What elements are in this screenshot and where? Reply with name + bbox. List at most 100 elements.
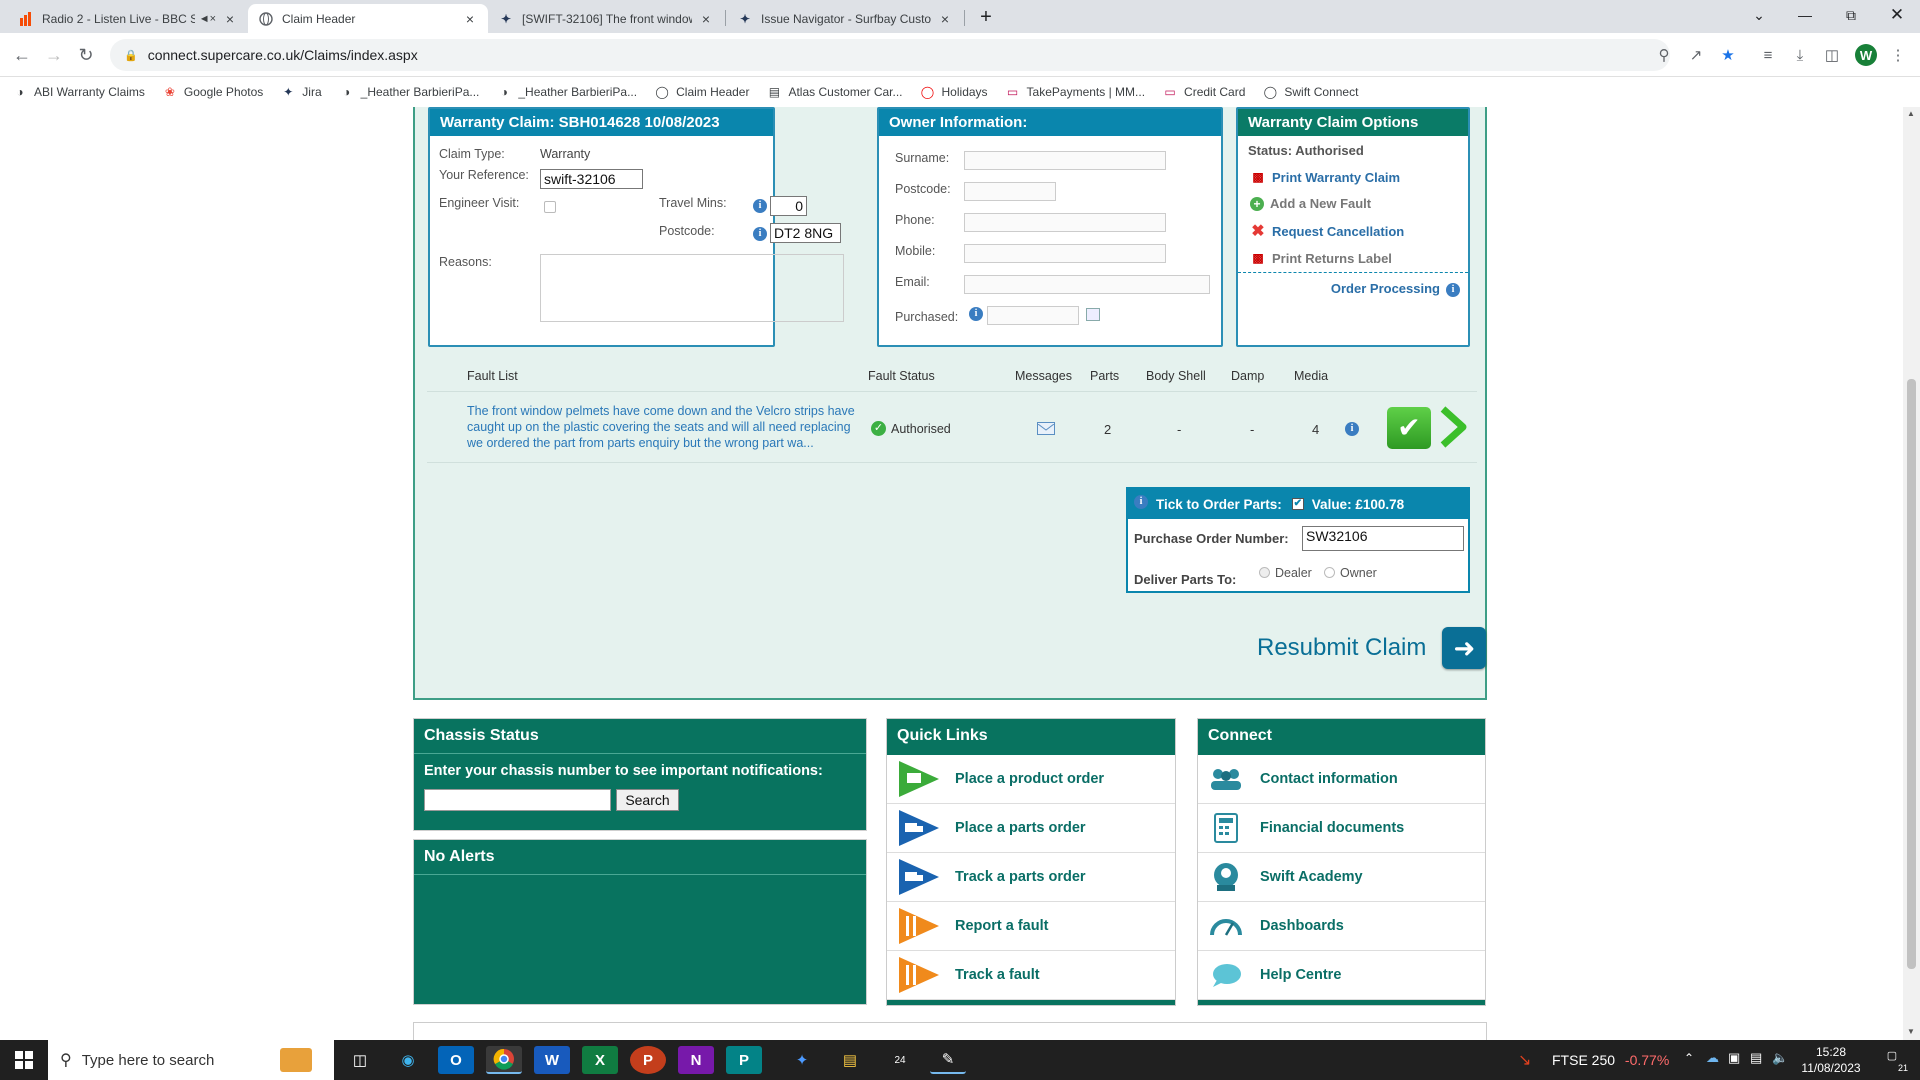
info-icon[interactable]: i: [753, 199, 767, 213]
bookmark-item[interactable]: ◯ Holidays: [920, 84, 988, 100]
info-icon[interactable]: i: [969, 307, 983, 321]
quick-link-track-parts-order[interactable]: Track a parts order: [887, 853, 1175, 902]
info-icon[interactable]: i: [1345, 422, 1359, 436]
postcode-input[interactable]: DT2 8NG: [770, 223, 841, 243]
bookmark-star-icon[interactable]: ★: [1718, 45, 1738, 65]
dealer-radio[interactable]: [1259, 567, 1270, 578]
scroll-down-icon[interactable]: ▼: [1907, 1027, 1915, 1036]
scrollbar-thumb[interactable]: [1907, 379, 1916, 969]
zoom-icon[interactable]: ⚲: [1654, 45, 1674, 65]
close-tab-icon[interactable]: ×: [698, 11, 714, 27]
bookmark-item[interactable]: ◯ Swift Connect: [1262, 84, 1359, 100]
info-icon[interactable]: i: [1446, 283, 1460, 297]
app-icon[interactable]: ✎: [930, 1046, 966, 1074]
excel-icon[interactable]: X: [582, 1046, 618, 1074]
connect-contact-information[interactable]: Contact information: [1198, 755, 1485, 804]
next-chevron-icon[interactable]: [1435, 405, 1469, 449]
publisher-icon[interactable]: P: [726, 1046, 762, 1074]
side-panel-icon[interactable]: ◫: [1822, 45, 1842, 65]
travel-mins-input[interactable]: 0: [770, 196, 807, 216]
tab-search-icon[interactable]: ⌄: [1736, 0, 1782, 30]
reload-icon[interactable]: ↻: [74, 43, 98, 67]
bookmark-item[interactable]: ◑ ABI Warranty Claims: [12, 84, 145, 100]
engineer-visit-checkbox[interactable]: [544, 201, 556, 213]
speaker-mute-icon[interactable]: ◄×: [199, 13, 216, 25]
connect-help-centre[interactable]: Help Centre: [1198, 951, 1485, 1000]
word-icon[interactable]: W: [534, 1046, 570, 1074]
profile-avatar[interactable]: W: [1855, 44, 1877, 66]
quick-link-place-parts-order[interactable]: Place a parts order: [887, 804, 1175, 853]
notifications-icon[interactable]: ▢ 21: [1880, 1049, 1908, 1073]
purchased-date-input[interactable]: [987, 306, 1079, 325]
fault-description-link[interactable]: The front window pelmets have come down …: [467, 403, 859, 451]
chrome-icon[interactable]: [486, 1046, 522, 1074]
forward-icon[interactable]: →: [42, 43, 66, 67]
phone-input[interactable]: [964, 213, 1166, 232]
mobile-input[interactable]: [964, 244, 1166, 263]
info-icon[interactable]: i: [753, 227, 767, 241]
scroll-up-icon[interactable]: ▲: [1907, 109, 1915, 118]
minimize-icon[interactable]: —: [1782, 0, 1828, 30]
url-omnibox[interactable]: 🔒 connect.supercare.co.uk/Claims/index.a…: [110, 39, 1670, 71]
envelope-icon[interactable]: [1037, 422, 1055, 435]
reading-list-icon[interactable]: ≡: [1758, 45, 1778, 65]
owner-radio[interactable]: [1324, 567, 1335, 578]
menu-kebab-icon[interactable]: ⋮: [1888, 45, 1908, 65]
new-tab-button[interactable]: +: [970, 2, 1002, 32]
info-icon[interactable]: i: [1134, 495, 1148, 509]
onenote-icon[interactable]: N: [678, 1046, 714, 1074]
calendar-icon[interactable]: [1086, 308, 1100, 321]
approve-check-button[interactable]: ✔: [1387, 407, 1431, 449]
bookmark-item[interactable]: ▤ Atlas Customer Car...: [766, 84, 903, 100]
taskbar-search-box[interactable]: ⚲ Type here to search: [48, 1040, 334, 1080]
quick-link-track-fault[interactable]: Track a fault: [887, 951, 1175, 1000]
add-new-fault-link[interactable]: + Add a New Fault: [1250, 196, 1371, 211]
clock[interactable]: 15:28 11/08/2023: [1796, 1044, 1866, 1076]
jira-icon[interactable]: ✦: [784, 1046, 820, 1074]
reference-input[interactable]: [540, 169, 643, 189]
print-returns-label-link[interactable]: ▩ Print Returns Label: [1250, 250, 1392, 266]
order-parts-checkbox[interactable]: ✔: [1291, 498, 1304, 510]
tab-issue-navigator[interactable]: ✦ Issue Navigator - Surfbay Customer ×: [727, 4, 963, 33]
close-tab-icon[interactable]: ×: [462, 11, 478, 27]
powerpoint-icon[interactable]: P: [630, 1046, 666, 1074]
quick-link-report-fault[interactable]: Report a fault: [887, 902, 1175, 951]
bookmark-item[interactable]: ◑ _Heather BarbieriPa...: [339, 84, 479, 100]
close-window-icon[interactable]: ✕: [1874, 0, 1920, 30]
file-explorer-icon[interactable]: ▤: [832, 1046, 868, 1074]
resubmit-claim-button[interactable]: Resubmit Claim ➜: [1257, 627, 1487, 669]
bookmark-item[interactable]: ▭ Credit Card: [1162, 84, 1245, 100]
tray-chevron-icon[interactable]: ⌃: [1684, 1051, 1694, 1065]
edge-icon[interactable]: ◉: [390, 1046, 426, 1074]
po-number-input[interactable]: SW32106: [1302, 526, 1464, 551]
bookmark-item[interactable]: ▭ TakePayments | MM...: [1005, 84, 1145, 100]
surname-input[interactable]: [964, 151, 1166, 170]
downloads-icon[interactable]: ⤓: [1790, 45, 1810, 65]
page-scrollbar[interactable]: ▲ ▼: [1903, 107, 1920, 1040]
connect-financial-documents[interactable]: Financial documents: [1198, 804, 1485, 853]
tray-app-icon[interactable]: ▣: [1728, 1050, 1740, 1066]
volume-icon[interactable]: 🔈: [1772, 1050, 1788, 1066]
email-input[interactable]: [964, 275, 1210, 294]
restore-icon[interactable]: ⧉: [1828, 0, 1874, 30]
bookmark-item[interactable]: ❀ Google Photos: [162, 84, 263, 100]
share-icon[interactable]: ↗: [1686, 45, 1706, 65]
connect-dashboards[interactable]: Dashboards: [1198, 902, 1485, 951]
outlook-icon[interactable]: O: [438, 1046, 474, 1074]
reasons-textarea[interactable]: [540, 254, 844, 322]
bookmark-item[interactable]: ◑ _Heather BarbieriPa...: [496, 84, 637, 100]
search-button[interactable]: Search: [616, 789, 679, 811]
close-tab-icon[interactable]: ×: [222, 11, 238, 27]
connect-swift-academy[interactable]: Swift Academy: [1198, 853, 1485, 902]
quick-link-product-order[interactable]: Place a product order: [887, 755, 1175, 804]
task-view-icon[interactable]: ◫: [342, 1046, 378, 1074]
ftse-widget[interactable]: FTSE 250 -0.77%: [1552, 1052, 1669, 1068]
request-cancellation-link[interactable]: ✖ Request Cancellation: [1250, 223, 1404, 240]
close-tab-icon[interactable]: ×: [937, 11, 953, 27]
tab-jira-swift[interactable]: ✦ [SWIFT-32106] The front window pelmets…: [488, 4, 724, 33]
onedrive-icon[interactable]: ☁: [1706, 1050, 1719, 1066]
bookmark-item[interactable]: ✦ Jira: [280, 84, 321, 100]
print-warranty-claim-link[interactable]: ▩ Print Warranty Claim: [1250, 169, 1400, 185]
windows-start-icon[interactable]: [6, 1046, 42, 1074]
order-processing-link[interactable]: Order Processing: [1331, 281, 1440, 296]
